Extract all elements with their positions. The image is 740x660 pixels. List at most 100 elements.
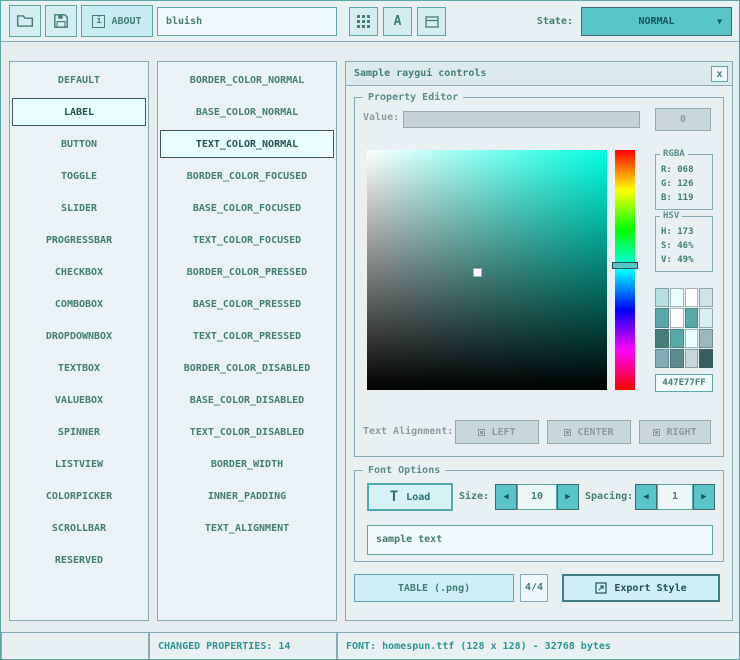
hue-slider[interactable] — [615, 150, 635, 390]
list-item[interactable]: VALUEBOX — [12, 386, 146, 414]
close-icon[interactable]: x — [711, 66, 728, 82]
state-label: State: — [501, 1, 573, 42]
list-item[interactable]: COLORPICKER — [12, 482, 146, 510]
statusbar-font-info: FONT: homespun.ttf (128 x 128) - 32768 b… — [337, 632, 740, 660]
font-size-value[interactable]: 10 — [517, 484, 557, 510]
palette-swatch[interactable] — [655, 308, 669, 327]
list-item[interactable]: BORDER_WIDTH — [160, 450, 334, 478]
window-title: Sample raygui controls — [354, 68, 486, 79]
list-item[interactable]: BUTTON — [12, 130, 146, 158]
export-style-button[interactable]: Export Style — [562, 574, 720, 602]
list-item[interactable]: BASE_COLOR_PRESSED — [160, 290, 334, 318]
hex-color-input[interactable]: 447E77FF — [655, 374, 713, 392]
hsv-panel: HSV H: 173 S: 46% V: 49% — [655, 216, 713, 272]
list-item[interactable]: PROGRESSBAR — [12, 226, 146, 254]
controls-list: DEFAULT LABEL BUTTON TOGGLE SLIDER PROGRESSBA… — [9, 61, 149, 621]
list-item[interactable]: TEXT_COLOR_PRESSED — [160, 322, 334, 350]
state-dropdown[interactable]: NORMAL ▼ — [581, 7, 732, 36]
list-item[interactable]: DROPDOWNBOX — [12, 322, 146, 350]
save-icon — [52, 12, 70, 30]
list-item[interactable]: CHECKBOX — [12, 258, 146, 286]
list-item[interactable]: RESERVED — [12, 546, 146, 574]
font-options-group: Font Options T Load Size: ◀ 10 ▶ Spacing… — [354, 470, 724, 562]
palette-swatch[interactable] — [699, 288, 713, 307]
list-item[interactable]: TOGGLE — [12, 162, 146, 190]
list-item[interactable]: BORDER_COLOR_PRESSED — [160, 258, 334, 286]
palette-swatch[interactable] — [685, 308, 699, 327]
font-size-label: Size: — [459, 483, 489, 511]
list-item[interactable]: BORDER_COLOR_FOCUSED — [160, 162, 334, 190]
font-icon: A — [394, 14, 402, 29]
list-item[interactable]: DEFAULT — [12, 66, 146, 94]
properties-list: BORDER_COLOR_NORMAL BASE_COLOR_NORMAL TEXT… — [157, 61, 337, 621]
palette-swatch[interactable] — [670, 349, 684, 368]
test-window-button[interactable] — [417, 7, 446, 36]
list-item[interactable]: TEXT_COLOR_FOCUSED — [160, 226, 334, 254]
property-editor-group: Property Editor Value: 0 RGBA R: 068 G: … — [354, 97, 724, 457]
folder-open-icon — [16, 12, 34, 30]
hue-slider-handle[interactable] — [612, 262, 638, 269]
style-table-image-button[interactable] — [349, 7, 378, 36]
list-item[interactable]: BORDER_COLOR_DISABLED — [160, 354, 334, 382]
align-center-icon — [564, 429, 571, 436]
align-left-button[interactable]: LEFT — [455, 420, 539, 444]
color-saturation-value-picker[interactable] — [367, 150, 607, 390]
font-spacing-increase-button[interactable]: ▶ — [693, 484, 715, 510]
save-style-button[interactable] — [45, 5, 77, 37]
list-item[interactable]: SLIDER — [12, 194, 146, 222]
list-item[interactable]: BORDER_COLOR_NORMAL — [160, 66, 334, 94]
palette-swatch[interactable] — [670, 329, 684, 348]
palette-swatch[interactable] — [655, 349, 669, 368]
palette-swatch[interactable] — [670, 288, 684, 307]
rgba-panel: RGBA R: 068 G: 126 B: 119 — [655, 154, 713, 210]
about-button[interactable]: i ABOUT — [81, 5, 153, 37]
list-item[interactable]: BASE_COLOR_FOCUSED — [160, 194, 334, 222]
style-version-badge: 4/4 — [520, 574, 548, 602]
palette-swatch[interactable] — [699, 329, 713, 348]
color-picker-cursor[interactable] — [474, 269, 481, 276]
list-item[interactable]: INNER_PADDING — [160, 482, 334, 510]
sample-text-input[interactable]: sample text — [367, 525, 713, 555]
palette-swatch[interactable] — [699, 308, 713, 327]
palette-swatch[interactable] — [685, 329, 699, 348]
palette-swatch[interactable] — [685, 349, 699, 368]
palette-swatch[interactable] — [655, 329, 669, 348]
font-atlas-button[interactable]: A — [383, 7, 412, 36]
list-item[interactable]: TEXT_COLOR_DISABLED — [160, 418, 334, 446]
list-item[interactable]: SCROLLBAR — [12, 514, 146, 542]
align-center-button[interactable]: CENTER — [547, 420, 631, 444]
palette-swatch[interactable] — [685, 288, 699, 307]
palette-swatch[interactable] — [670, 308, 684, 327]
list-item[interactable]: TEXT_COLOR_NORMAL — [160, 130, 334, 158]
list-item[interactable]: LISTVIEW — [12, 450, 146, 478]
font-spacing-decrease-button[interactable]: ◀ — [635, 484, 657, 510]
open-style-button[interactable] — [9, 5, 41, 37]
list-item[interactable]: BASE_COLOR_DISABLED — [160, 386, 334, 414]
font-size-increase-button[interactable]: ▶ — [557, 484, 579, 510]
about-button-label: ABOUT — [111, 16, 141, 27]
list-item[interactable]: COMBOBOX — [12, 290, 146, 318]
list-item[interactable]: TEXTBOX — [12, 354, 146, 382]
align-right-icon — [653, 429, 660, 436]
palette-swatch[interactable] — [699, 349, 713, 368]
value-slider[interactable] — [403, 111, 640, 128]
export-table-button[interactable]: TABLE (.png) — [354, 574, 514, 602]
list-item[interactable]: TEXT_ALIGNMENT — [160, 514, 334, 542]
value-box[interactable]: 0 — [655, 108, 711, 131]
style-name-input[interactable] — [157, 7, 337, 36]
rgba-g-value: G: 126 — [656, 177, 712, 191]
rgba-r-value: R: 068 — [656, 163, 712, 177]
value-label: Value: — [363, 112, 399, 123]
align-right-button[interactable]: RIGHT — [639, 420, 711, 444]
palette-swatch[interactable] — [655, 288, 669, 307]
list-item[interactable]: BASE_COLOR_NORMAL — [160, 98, 334, 126]
load-font-button[interactable]: T Load — [367, 483, 453, 511]
font-spacing-value[interactable]: 1 — [657, 484, 693, 510]
list-item[interactable]: SPINNER — [12, 418, 146, 446]
list-item[interactable]: LABEL — [12, 98, 146, 126]
align-left-label: LEFT — [491, 427, 515, 438]
export-style-label: Export Style — [614, 583, 686, 594]
property-editor-group-label: Property Editor — [363, 92, 463, 104]
statusbar-spacer — [1, 632, 149, 660]
font-size-decrease-button[interactable]: ◀ — [495, 484, 517, 510]
